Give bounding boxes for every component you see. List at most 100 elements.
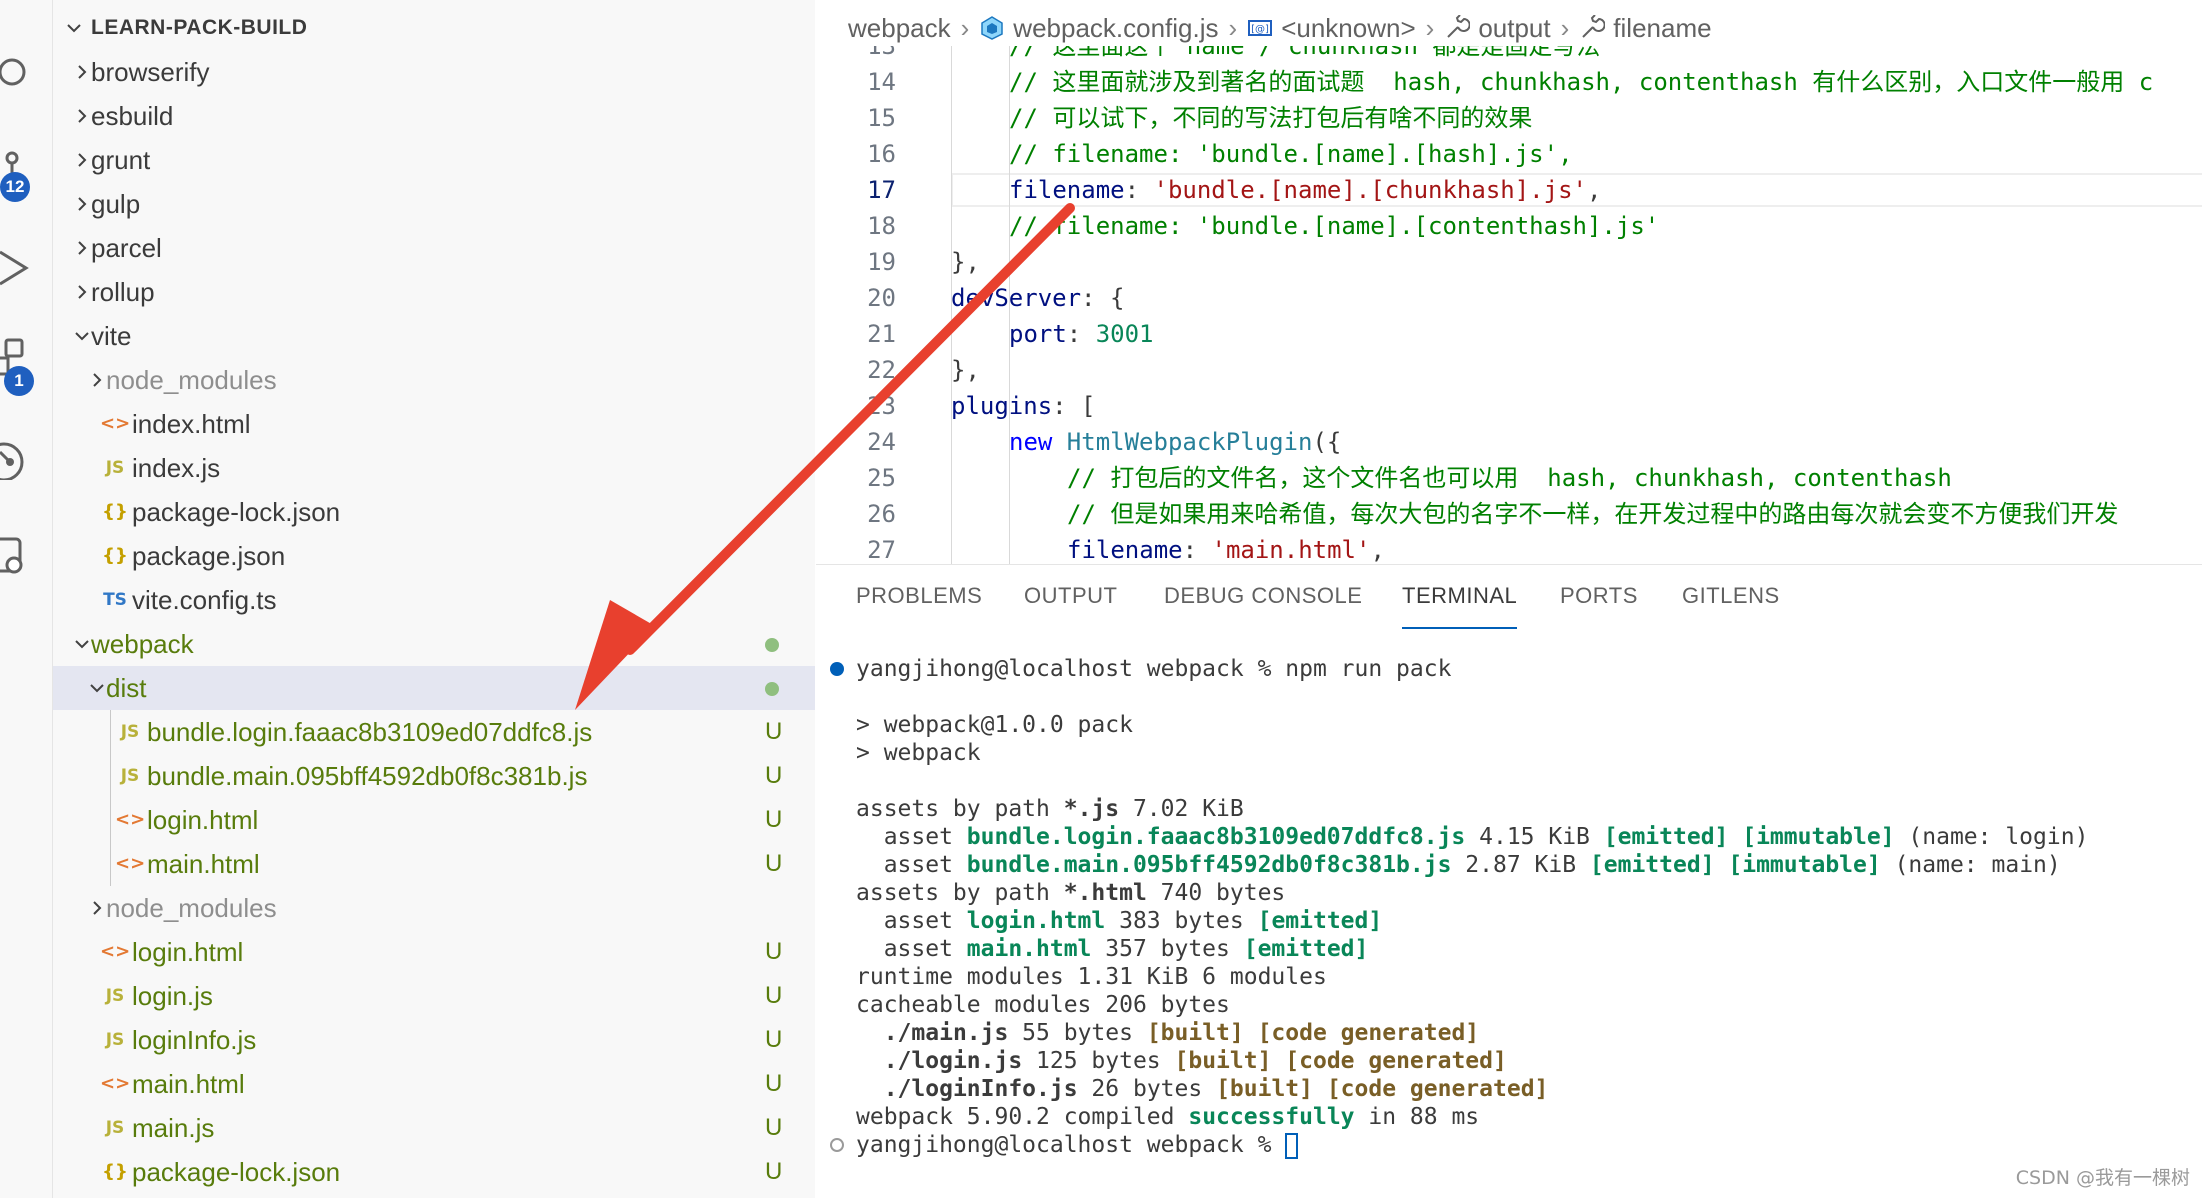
file-item[interactable]: <> main.html U <box>53 1062 815 1106</box>
code-line: 18 // filename: 'bundle.[name].[contentha… <box>816 208 2202 244</box>
folder-item[interactable]: webpack <box>53 622 815 666</box>
code-token: HtmlWebpackPlugin <box>1066 428 1313 456</box>
file-name: login.html <box>147 805 259 835</box>
file-item[interactable]: TS vite.config.ts <box>53 578 815 622</box>
terminal-token: *.html <box>1063 880 1147 906</box>
file-item[interactable]: JS index.js <box>53 446 815 490</box>
terminal-line: yangjihong@localhost webpack % npm run p… <box>856 655 1451 683</box>
file-name: bundle.login.faaac8b3109ed07ddfc8.js <box>147 717 593 747</box>
terminal-token: in 88 ms <box>1354 1104 1480 1130</box>
git-graph-icon[interactable] <box>0 440 40 482</box>
file-name: index.html <box>132 409 251 439</box>
js-file-icon: JS <box>105 458 125 478</box>
terminal-line: asset login.html 383 bytes [emitted] <box>856 907 1383 935</box>
code-text: }, <box>951 244 980 280</box>
panel-tab-terminal[interactable]: TERMINAL <box>1402 583 1518 629</box>
panel-tab-problems[interactable]: PROBLEMS <box>856 583 982 627</box>
code-text: plugins: [ <box>951 388 1096 424</box>
folder-item[interactable]: esbuild <box>53 94 815 138</box>
folder-item[interactable]: browserify <box>53 50 815 94</box>
breadcrumb-symbol[interactable]: <unknown> <box>1281 13 1415 44</box>
file-name: main.html <box>147 849 260 879</box>
code-token: : { <box>1081 284 1125 312</box>
terminal-token: [built] [code generated] <box>1174 1048 1507 1074</box>
file-item[interactable]: {} package-lock.json U <box>53 1150 815 1194</box>
terminal-line: assets by path *.html 740 bytes <box>856 879 1285 907</box>
folder-item[interactable]: gulp <box>53 182 815 226</box>
code-line: 23 plugins: [ <box>816 388 2202 424</box>
code-text: port: 3001 <box>1009 316 1154 352</box>
line-number: 21 <box>867 320 896 348</box>
file-name: gulp <box>91 189 141 219</box>
terminal-token: 55 bytes <box>1008 1020 1147 1046</box>
wrench-icon <box>1582 15 1606 38</box>
code-token: ({ <box>1312 428 1342 456</box>
explorer-root-header[interactable]: LEARN-PACK-BUILD <box>53 6 815 50</box>
panel-tab-gitlens[interactable]: GITLENS <box>1682 583 1780 627</box>
file-name: package-lock.json <box>132 497 341 527</box>
folder-item[interactable]: parcel <box>53 226 815 270</box>
file-item[interactable]: JS bundle.main.095bff4592db0f8c381b.js U <box>53 754 815 798</box>
terminal-line: assets by path *.js 7.02 KiB <box>856 795 1244 823</box>
watermark: CSDN @我有一棵树 <box>2015 1167 2190 1189</box>
file-item[interactable]: JS bundle.login.faaac8b3109ed07ddfc8.js U <box>53 710 815 754</box>
file-item[interactable]: {} package.json <box>53 534 815 578</box>
file-name: login.js <box>132 981 213 1011</box>
terminal-token: [emitted] [immutable] <box>1589 852 1881 878</box>
code-token: : <box>1066 320 1096 348</box>
panel-tab-ports[interactable]: PORTS <box>1560 583 1638 627</box>
folder-item[interactable]: node_modules <box>53 358 815 402</box>
folder-item[interactable]: rollup <box>53 270 815 314</box>
terminal-token: runtime modules 1.31 KiB 6 modules <box>856 964 1327 990</box>
symbol-variable-icon: [@] <box>1248 20 1273 36</box>
code-line: 16 // filename: 'bundle.[name].[hash].js'… <box>816 136 2202 172</box>
explorer-root-title: LEARN-PACK-BUILD <box>91 16 308 39</box>
code-editor[interactable]: 13 // 这里面这个 name / chunkhash 都是是固定写法 14 // … <box>816 46 2202 564</box>
search-icon[interactable] <box>0 52 40 92</box>
file-item[interactable]: JS login.js U <box>53 974 815 1018</box>
terminal[interactable]: yangjihong@localhost webpack % npm run p… <box>816 655 2202 1195</box>
file-item[interactable]: {} package-lock.json <box>53 490 815 534</box>
code-line: 19}, <box>816 244 2202 280</box>
code-token: : [ <box>1052 392 1096 420</box>
code-text: // 打包后的文件名，这个文件名也可以用 hash, chunkhash, co… <box>1067 460 1952 496</box>
file-item[interactable]: JS loginInfo.js U <box>53 1018 815 1062</box>
html-file-icon: <> <box>100 941 131 962</box>
file-item[interactable]: <> index.html <box>53 402 815 446</box>
panel-tab-output[interactable]: OUTPUT <box>1024 583 1117 627</box>
remote-explorer-icon[interactable] <box>0 535 40 575</box>
json-file-icon: {} <box>102 1161 128 1182</box>
terminal-token: bundle.main.095bff4592db0f8c381b.js <box>966 852 1452 878</box>
terminal-token: 2.87 KiB <box>1451 852 1590 878</box>
file-item[interactable]: <> main.html U <box>53 842 815 886</box>
terminal-token: assets by path <box>856 796 1064 822</box>
file-item[interactable]: JS main.js U <box>53 1106 815 1150</box>
code-token: }, <box>951 356 980 384</box>
terminal-token: webpack 5.90.2 compiled <box>856 1104 1189 1130</box>
folder-item[interactable]: grunt <box>53 138 815 182</box>
terminal-token: *.js <box>1063 796 1120 822</box>
ts-file-icon: TS <box>103 590 127 610</box>
wrench-icon <box>1447 15 1471 38</box>
file-item[interactable]: <> login.html U <box>53 798 815 842</box>
js-file-icon: JS <box>105 1030 125 1050</box>
breadcrumb-leaf[interactable]: filename <box>1613 13 1711 44</box>
folder-item[interactable]: dist <box>53 666 815 710</box>
explorer-sidebar: LEARN-PACK-BUILD browserify esbuild grunt g… <box>53 0 815 1198</box>
breadcrumb-file[interactable]: webpack.config.js <box>1013 13 1218 44</box>
breadcrumb-property[interactable]: output <box>1478 13 1550 44</box>
folder-item[interactable]: vite <box>53 314 815 358</box>
breadcrumb-folder[interactable]: webpack <box>848 13 951 44</box>
terminal-token: 4.15 KiB <box>1465 824 1604 850</box>
run-debug-icon[interactable] <box>0 248 40 288</box>
code-text: new HtmlWebpackPlugin({ <box>1009 424 1341 460</box>
folder-item[interactable]: node_modules <box>53 886 815 930</box>
file-name: dist <box>106 673 147 703</box>
git-status-badge: U <box>765 762 783 789</box>
panel-tab-debug-console[interactable]: DEBUG CONSOLE <box>1164 583 1362 627</box>
file-item[interactable]: <> login.html U <box>53 930 815 974</box>
terminal-token: 740 bytes <box>1146 880 1286 906</box>
terminal-token: asset <box>856 908 967 934</box>
code-line: 27 filename: 'main.html', <box>816 532 2202 564</box>
